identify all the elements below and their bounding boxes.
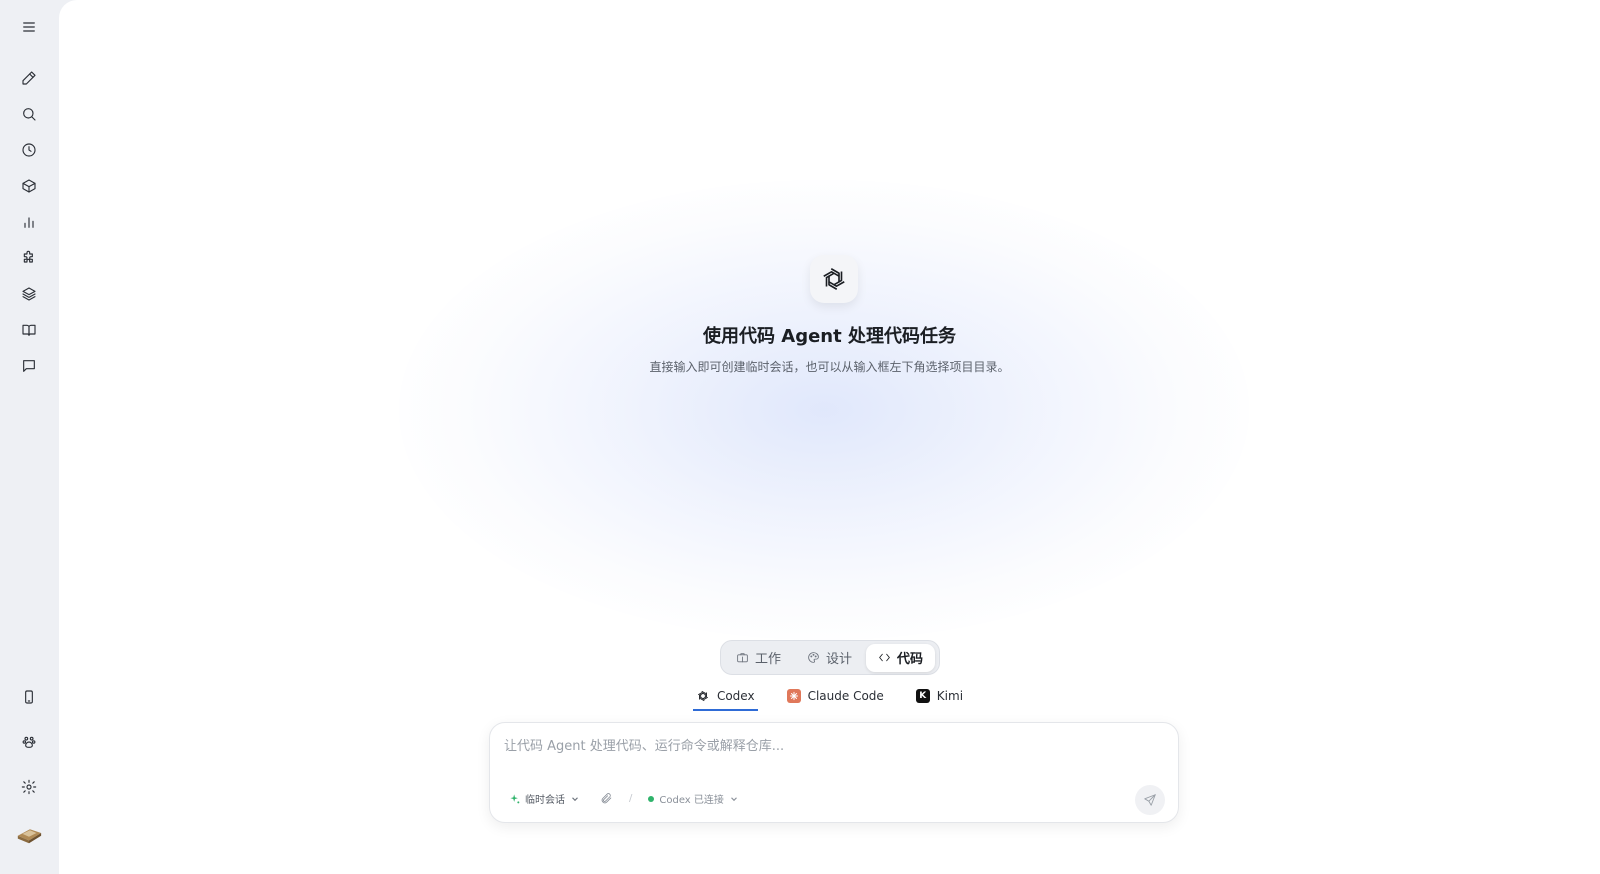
tab-code-label: 代码 xyxy=(897,652,924,667)
main-panel: 使用代码 Agent 处理代码任务 直接输入即可创建临时会话，也可以从输入框左下… xyxy=(59,0,1600,874)
search-icon[interactable] xyxy=(14,99,44,129)
phone-icon[interactable] xyxy=(14,682,44,712)
chevron-down-icon xyxy=(730,796,737,801)
tab-code[interactable]: 代码 xyxy=(866,643,936,672)
tab-design[interactable]: 设计 xyxy=(795,644,864,672)
sparkle-icon xyxy=(510,793,520,803)
tab-work[interactable]: 工作 xyxy=(724,644,793,672)
send-button[interactable] xyxy=(1135,785,1165,815)
plugin-icon[interactable] xyxy=(14,243,44,273)
composer: 临时会话 / Codex 已连接 xyxy=(489,722,1179,823)
mode-switcher: 工作 设计 代码 xyxy=(720,640,940,675)
page-subtitle: 直接输入即可创建临时会话，也可以从输入框左下角选择项目目录。 xyxy=(649,360,1010,374)
composer-toolbar: 临时会话 / Codex 已连接 xyxy=(510,791,739,806)
paperclip-icon xyxy=(601,793,612,804)
sidebar xyxy=(0,0,59,874)
package-icon[interactable] xyxy=(14,171,44,201)
claude-icon xyxy=(786,689,801,703)
agent-tabs: Codex Claude Code K Kimi xyxy=(59,689,1600,711)
agent-status-selector[interactable]: Codex 已连接 xyxy=(648,791,739,806)
attach-button[interactable] xyxy=(600,792,613,805)
menu-icon[interactable] xyxy=(14,12,44,42)
settings-icon[interactable] xyxy=(14,772,44,802)
agent-tab-kimi[interactable]: K Kimi xyxy=(913,689,966,711)
history-icon[interactable] xyxy=(14,135,44,165)
agent-tab-label: Claude Code xyxy=(807,689,884,703)
kimi-icon: K xyxy=(915,689,930,703)
new-chat-icon[interactable] xyxy=(14,63,44,93)
prompt-input[interactable] xyxy=(504,735,1144,757)
tab-work-label: 工作 xyxy=(755,652,782,667)
page-title: 使用代码 Agent 处理代码任务 xyxy=(703,326,956,347)
agent-tab-label: Kimi xyxy=(936,689,964,703)
paw-icon[interactable] xyxy=(14,727,44,757)
session-label: 临时会话 xyxy=(525,795,565,806)
send-icon xyxy=(1144,794,1156,806)
code-icon xyxy=(879,653,890,662)
agent-tab-label: Codex xyxy=(716,689,755,703)
tab-design-label: 设计 xyxy=(826,652,853,667)
separator: / xyxy=(629,793,633,804)
openai-logo-icon xyxy=(696,689,710,703)
session-selector[interactable]: 临时会话 xyxy=(510,791,580,806)
openai-logo-icon xyxy=(810,255,858,303)
chart-icon[interactable] xyxy=(14,207,44,237)
layers-icon[interactable] xyxy=(14,279,44,309)
avatar[interactable] xyxy=(14,818,44,848)
agent-tab-claude-code[interactable]: Claude Code xyxy=(784,689,887,711)
background-glow xyxy=(399,180,1249,640)
status-dot xyxy=(648,795,655,802)
book-icon[interactable] xyxy=(14,315,44,345)
status-label: Codex 已连接 xyxy=(659,795,724,806)
app-window: 使用代码 Agent 处理代码任务 直接输入即可创建临时会话，也可以从输入框左下… xyxy=(0,0,1600,874)
palette-icon xyxy=(808,652,819,663)
chevron-down-icon xyxy=(572,796,578,801)
briefcase-icon xyxy=(737,653,748,663)
message-icon[interactable] xyxy=(14,351,44,381)
agent-tab-codex[interactable]: Codex xyxy=(692,689,758,711)
